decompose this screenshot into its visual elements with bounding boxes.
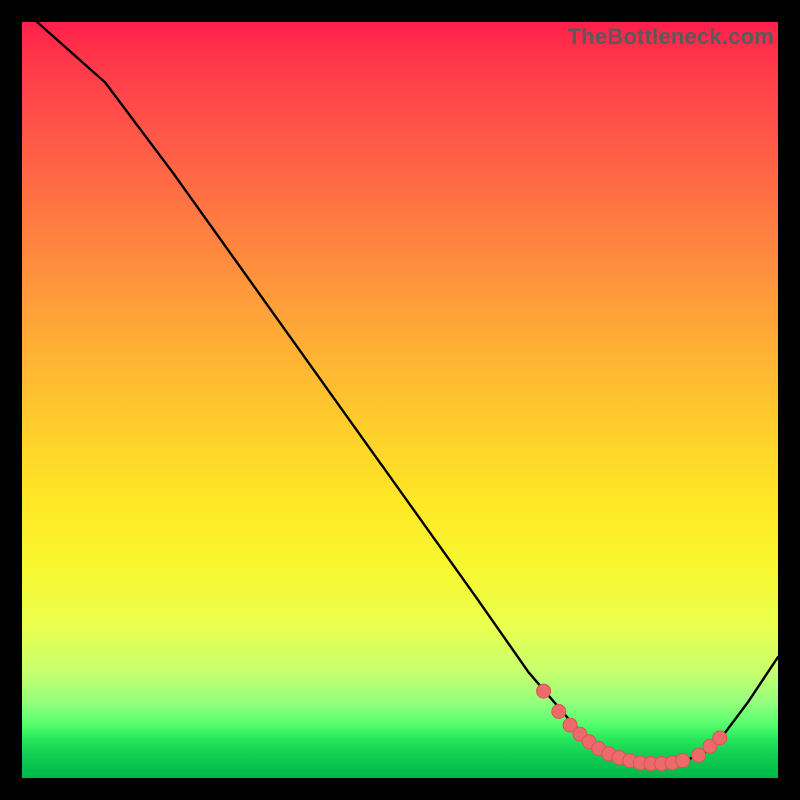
highlight-dot	[537, 684, 551, 698]
highlight-dot	[713, 731, 727, 745]
highlight-dot	[676, 754, 690, 768]
chart-stage: TheBottleneck.com	[0, 0, 800, 800]
chart-plot-area: TheBottleneck.com	[22, 22, 778, 778]
highlight-dot	[692, 748, 706, 762]
bottleneck-curve	[37, 22, 778, 763]
chart-svg	[22, 22, 778, 778]
highlight-dot	[552, 705, 566, 719]
highlight-dot-group	[537, 684, 727, 771]
